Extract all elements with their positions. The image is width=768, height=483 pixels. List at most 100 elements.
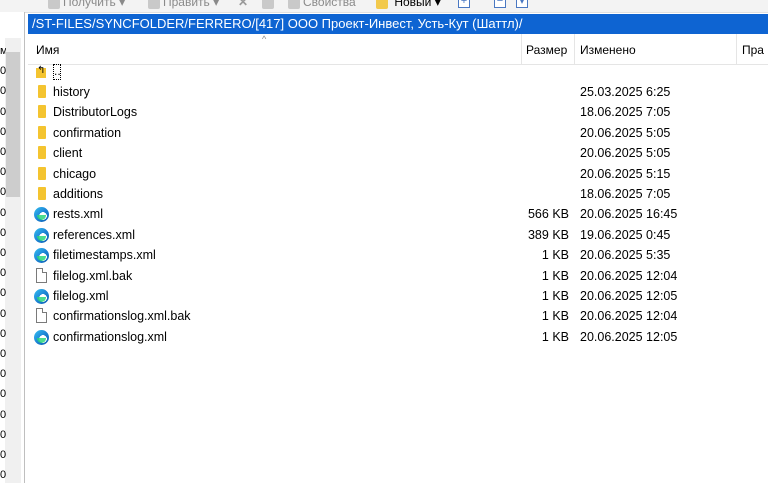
list-item[interactable]: confirmationslog.xml.bak 1 KB 20.06.2025 1…: [28, 306, 768, 326]
left-pane-text: 0: [0, 348, 6, 360]
file-name: DistributorLogs: [53, 105, 138, 120]
folder-icon: [38, 166, 46, 180]
file-modified: 20.06.2025 5:05: [580, 125, 671, 140]
file-modified: 20.06.2025 16:45: [580, 207, 678, 222]
file-modified: 18.06.2025 7:05: [580, 187, 671, 201]
properties-icon: [288, 0, 300, 9]
download-icon: [48, 0, 60, 9]
list-item[interactable]: filelog.xml.bak 1 KB 20.06.2025 12:04: [28, 266, 768, 286]
edge-xml-icon: [34, 248, 49, 264]
left-pane-text: 0: [0, 388, 6, 401]
list-item[interactable]: filelog.xml 1 KB 20.06.2025 12:05: [28, 286, 768, 306]
edge-xml-icon: [34, 329, 49, 345]
left-pane-text: 0: [0, 125, 6, 138]
left-pane-text: 0: [0, 307, 6, 320]
column-size[interactable]: Размер: [526, 34, 567, 64]
new-button[interactable]: Новый ▾: [376, 0, 441, 10]
file-modified: 20.06.2025 12:05: [580, 289, 678, 303]
list-item[interactable]: client 20.06.2025 5:05: [28, 143, 768, 163]
file-modified: 20.06.2025 5:05: [580, 146, 671, 161]
file-size: 1 KB: [541, 329, 569, 344]
file-size: 1 KB: [541, 268, 569, 283]
list-item-parent-dir[interactable]: ↰ ..: [28, 62, 768, 82]
new-folder-icon: [376, 0, 388, 9]
file-name: confirmation: [53, 125, 122, 140]
list-item[interactable]: confirmationslog.xml 1 KB 20.06.2025 12:05: [28, 327, 768, 347]
delete-icon[interactable]: ✕: [238, 0, 248, 10]
toolbar: Получить ▾ Править ▾ ✕ Свойства Новый ▾ …: [0, 0, 768, 13]
file-name: filelog.xml: [53, 289, 109, 303]
left-pane-text: 0: [0, 247, 6, 259]
filter-icon[interactable]: ▾: [516, 0, 528, 8]
folder-icon: [38, 125, 46, 139]
file-modified: 25.03.2025 6:25: [580, 85, 671, 99]
list-item[interactable]: DistributorLogs 18.06.2025 7:05: [28, 102, 768, 122]
left-pane-text: 0: [0, 105, 6, 118]
column-divider[interactable]: [574, 34, 575, 64]
left-pane-text: 0: [0, 267, 6, 280]
left-scrollbar-thumb[interactable]: [6, 52, 20, 197]
column-name[interactable]: Имя: [36, 34, 59, 64]
file-name: history: [53, 85, 90, 99]
edge-xml-icon: [34, 289, 49, 304]
file-name: references.xml: [53, 227, 135, 242]
column-modified[interactable]: Изменено: [580, 34, 636, 64]
add-icon[interactable]: +: [458, 0, 470, 8]
file-modified: 20.06.2025 12:04: [580, 309, 678, 324]
edit-icon: [148, 0, 160, 9]
get-button[interactable]: Получить ▾: [48, 0, 125, 10]
left-pane-text: 0: [0, 327, 6, 340]
left-pane-text: 0: [0, 469, 6, 482]
left-pane-text: 0: [0, 146, 6, 158]
file-modified: 19.06.2025 0:45: [580, 227, 671, 242]
file-size: 566 KB: [527, 207, 569, 222]
column-header: Имя ^ Размер Изменено Пра: [28, 34, 768, 65]
file-name: additions: [53, 187, 104, 201]
left-pane-text: 0: [0, 186, 6, 199]
rename-icon: [262, 0, 274, 9]
file-name: filelog.xml.bak: [53, 268, 133, 283]
list-item[interactable]: chicago 20.06.2025 5:15: [28, 164, 768, 184]
edit-button[interactable]: Править ▾: [148, 0, 219, 10]
rename-button[interactable]: [262, 0, 277, 10]
file-list: Имя ^ Размер Изменено Пра ↰ .. history 25…: [28, 34, 768, 483]
properties-button[interactable]: Свойства: [288, 0, 356, 10]
list-item[interactable]: filetimestamps.xml 1 KB 20.06.2025 5:35: [28, 245, 768, 265]
left-pane: м 0 0 0 0 0 0 0 0 0 0 0 0 0 0 0 0 0 0 0 0 0: [0, 12, 25, 483]
file-modified: 20.06.2025 5:35: [580, 248, 671, 263]
column-divider[interactable]: [736, 34, 737, 64]
file-name: confirmationslog.xml.bak: [53, 309, 191, 324]
edge-xml-icon: [34, 227, 49, 243]
parent-dir-label: ..: [53, 64, 61, 80]
file-name: rests.xml: [53, 207, 103, 222]
minus-icon[interactable]: −: [494, 0, 506, 8]
column-rights[interactable]: Пра: [742, 34, 764, 64]
folder-icon: [38, 187, 46, 200]
parent-folder-icon: ↰: [36, 65, 46, 78]
file-modified: 20.06.2025 12:04: [580, 268, 678, 283]
file-modified: 18.06.2025 7:05: [580, 105, 671, 120]
document-icon: [36, 308, 47, 324]
list-item[interactable]: additions 18.06.2025 7:05: [28, 184, 768, 204]
column-divider[interactable]: [521, 34, 522, 64]
path-bar[interactable]: /ST-FILES/SYNCFOLDER/FERRERO/[417] ООО П…: [28, 14, 768, 34]
left-pane-text: 0: [0, 206, 6, 219]
sort-arrow-icon: ^: [262, 34, 267, 44]
left-pane-text: 0: [0, 85, 6, 98]
file-size: 1 KB: [541, 309, 569, 324]
file-size: 1 KB: [541, 289, 569, 303]
list-item[interactable]: references.xml 389 KB 19.06.2025 0:45: [28, 225, 768, 245]
left-pane-text: 0: [0, 449, 6, 461]
file-modified: 20.06.2025 12:05: [580, 329, 678, 344]
list-item[interactable]: rests.xml 566 KB 20.06.2025 16:45: [28, 204, 768, 224]
left-pane-text: 0: [0, 166, 6, 179]
list-item[interactable]: confirmation 20.06.2025 5:05: [28, 123, 768, 143]
list-item[interactable]: history 25.03.2025 6:25: [28, 82, 768, 102]
folder-icon: [38, 85, 46, 98]
left-pane-text: м: [0, 45, 6, 57]
file-modified: 20.06.2025 5:15: [580, 166, 671, 181]
file-name: chicago: [53, 166, 97, 181]
file-size: 1 KB: [541, 248, 569, 263]
document-icon: [36, 267, 47, 283]
left-pane-text: 0: [0, 65, 6, 78]
